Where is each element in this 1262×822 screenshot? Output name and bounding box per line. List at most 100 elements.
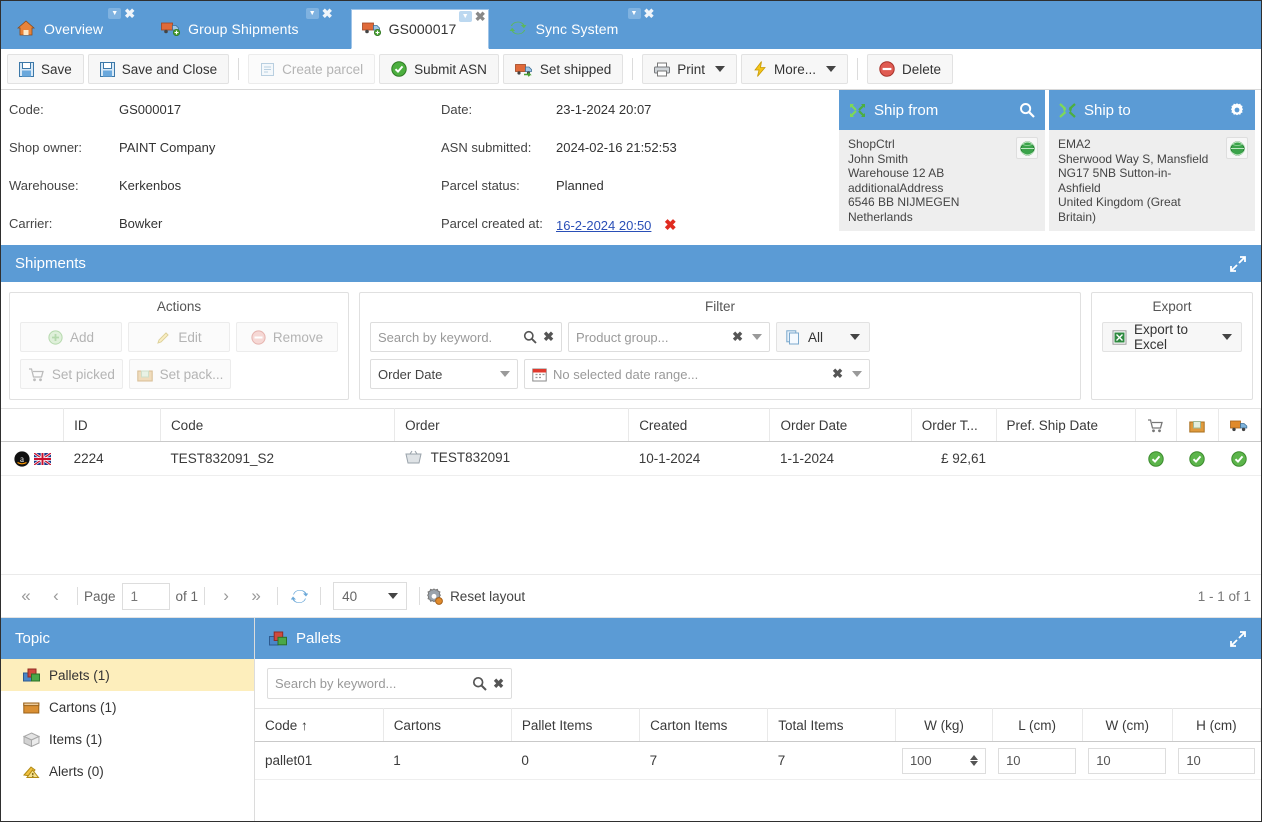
print-button[interactable]: Print: [642, 54, 737, 84]
last-page-icon[interactable]: »: [241, 586, 271, 606]
pallets-icon: [269, 631, 287, 647]
chevron-down-icon[interactable]: [852, 371, 862, 377]
col-height-cm[interactable]: H (cm): [1172, 708, 1262, 742]
tab-gs000017[interactable]: GS000017 ▼ ✖: [350, 9, 489, 49]
chevron-down-icon[interactable]: [500, 371, 510, 377]
chevron-down-icon[interactable]: ▼: [627, 8, 641, 19]
chevron-down-icon[interactable]: [1222, 334, 1232, 340]
remove-parcel-icon[interactable]: ✖: [664, 217, 677, 234]
clear-product-group-icon[interactable]: ✖: [732, 329, 743, 345]
sidebar-item-cartons[interactable]: Cartons (1): [1, 691, 254, 723]
scope-all-dropdown[interactable]: All: [776, 322, 870, 352]
col-weight-kg[interactable]: W (kg): [895, 708, 993, 742]
chevron-down-icon[interactable]: [850, 334, 860, 340]
refresh-icon[interactable]: [284, 588, 314, 605]
export-to-excel-button[interactable]: Export to Excel: [1102, 322, 1242, 352]
chevron-down-icon[interactable]: [388, 593, 399, 599]
col-pallet-code[interactable]: Code ↑: [255, 708, 384, 742]
parcel-created-at-link[interactable]: 16-2-2024 20:50: [556, 218, 651, 233]
reset-layout-button[interactable]: Reset layout: [426, 587, 525, 605]
col-shipped[interactable]: [1218, 408, 1262, 442]
tab-overview[interactable]: Overview ▼ ✖: [7, 7, 137, 49]
chevron-down-icon[interactable]: [715, 66, 725, 72]
pallets-search-input[interactable]: Search by keyword... ✖: [267, 668, 512, 699]
prev-page-icon[interactable]: ‹: [41, 586, 71, 606]
sidebar-item-pallets[interactable]: Pallets (1): [1, 659, 254, 691]
close-icon[interactable]: ✖: [322, 7, 333, 20]
globe-button[interactable]: [1226, 137, 1248, 159]
col-picked[interactable]: [1135, 408, 1178, 442]
close-icon[interactable]: ✖: [644, 7, 655, 20]
col-pallet-cartons[interactable]: Cartons: [383, 708, 512, 742]
table-row[interactable]: a 2224 TEST832091_S2 TEST832091 10-1-202…: [1, 441, 1261, 476]
search-icon[interactable]: [1019, 102, 1035, 118]
col-created[interactable]: Created: [628, 408, 771, 442]
page-input[interactable]: 1: [121, 582, 170, 610]
globe-button[interactable]: [1016, 137, 1038, 159]
clear-date-range-icon[interactable]: ✖: [832, 366, 843, 382]
col-length-cm[interactable]: L (cm): [992, 708, 1083, 742]
col-total-items[interactable]: Total Items: [767, 708, 897, 742]
set-shipped-button[interactable]: Set shipped: [502, 54, 624, 84]
col-order-date[interactable]: Order Date: [769, 408, 912, 442]
set-packed-button[interactable]: Set pack...: [128, 359, 232, 389]
chevron-down-icon[interactable]: [826, 66, 837, 72]
pallet-weight-input[interactable]: 100: [901, 747, 987, 774]
add-label: Add: [69, 329, 95, 345]
clear-pallets-search-icon[interactable]: ✖: [493, 676, 504, 692]
col-flags[interactable]: [1, 408, 65, 442]
tab-sync-system[interactable]: Sync System ▼ ✖: [499, 7, 657, 49]
ship-from-address: ShopCtrl John Smith Warehouse 12 AB addi…: [848, 137, 1036, 224]
sidebar-item-items[interactable]: Items (1): [1, 723, 254, 755]
more-button[interactable]: More...: [741, 54, 849, 84]
pallet-width-input[interactable]: 10: [1088, 747, 1167, 774]
table-row[interactable]: pallet01 1 0 7 7 100 10 10 10: [255, 741, 1261, 780]
pallet-length-input[interactable]: 10: [998, 747, 1077, 774]
shipments-empty-space: [1, 476, 1261, 574]
chevron-down-icon[interactable]: ▼: [108, 8, 122, 19]
tab-group-shipments[interactable]: Group Shipments ▼ ✖: [151, 7, 334, 49]
col-pref-ship-date[interactable]: Pref. Ship Date: [996, 408, 1136, 442]
col-order[interactable]: Order: [394, 408, 630, 442]
col-width-cm[interactable]: W (cm): [1082, 708, 1173, 742]
date-value: 23-1-2024 20:07: [556, 102, 652, 117]
chevron-down-icon[interactable]: ▼: [305, 8, 319, 19]
col-packed[interactable]: [1176, 408, 1219, 442]
product-group-input[interactable]: Product group... ✖: [568, 322, 770, 352]
add-button[interactable]: Add: [20, 322, 122, 352]
next-page-icon[interactable]: ›: [211, 586, 241, 606]
pallet-height-input[interactable]: 10: [1178, 747, 1255, 774]
submit-asn-button[interactable]: Submit ASN: [379, 54, 499, 84]
sidebar-item-items-label: Items (1): [49, 731, 103, 747]
first-page-icon[interactable]: «: [11, 586, 41, 606]
clear-keyword-icon[interactable]: ✖: [543, 329, 554, 345]
chevron-down-icon[interactable]: ▼: [458, 11, 472, 22]
remove-button[interactable]: Remove: [236, 322, 338, 352]
delete-button[interactable]: Delete: [867, 54, 954, 84]
edit-button[interactable]: Edit: [128, 322, 230, 352]
save-and-close-button[interactable]: Save and Close: [87, 54, 230, 84]
col-pallet-items[interactable]: Pallet Items: [511, 708, 641, 742]
close-icon[interactable]: ✖: [124, 7, 135, 20]
stepper-icon[interactable]: [970, 755, 979, 766]
sidebar-item-alerts[interactable]: Alerts (0): [1, 755, 254, 787]
save-button[interactable]: Save: [7, 54, 84, 84]
keyword-search-input[interactable]: Search by keyword. ✖: [370, 322, 562, 352]
close-icon[interactable]: ✖: [475, 10, 486, 23]
col-code[interactable]: Code: [160, 408, 396, 442]
col-carton-items[interactable]: Carton Items: [639, 708, 769, 742]
chevron-down-icon[interactable]: [752, 334, 762, 340]
col-order-total[interactable]: Order T...: [911, 408, 997, 442]
set-picked-button[interactable]: Set picked: [20, 359, 123, 389]
date-range-input[interactable]: No selected date range... ✖: [524, 359, 870, 389]
filter-title: Filter: [705, 299, 735, 314]
search-icon[interactable]: [523, 330, 537, 344]
expand-icon[interactable]: [1229, 255, 1247, 273]
search-icon[interactable]: [472, 676, 487, 691]
col-id[interactable]: ID: [63, 408, 161, 442]
create-parcel-button[interactable]: Create parcel: [248, 54, 376, 84]
page-size-select[interactable]: 40: [333, 582, 408, 610]
expand-icon[interactable]: [1229, 630, 1247, 648]
date-field-select[interactable]: Order Date: [370, 359, 518, 389]
gear-icon[interactable]: [1229, 102, 1245, 118]
